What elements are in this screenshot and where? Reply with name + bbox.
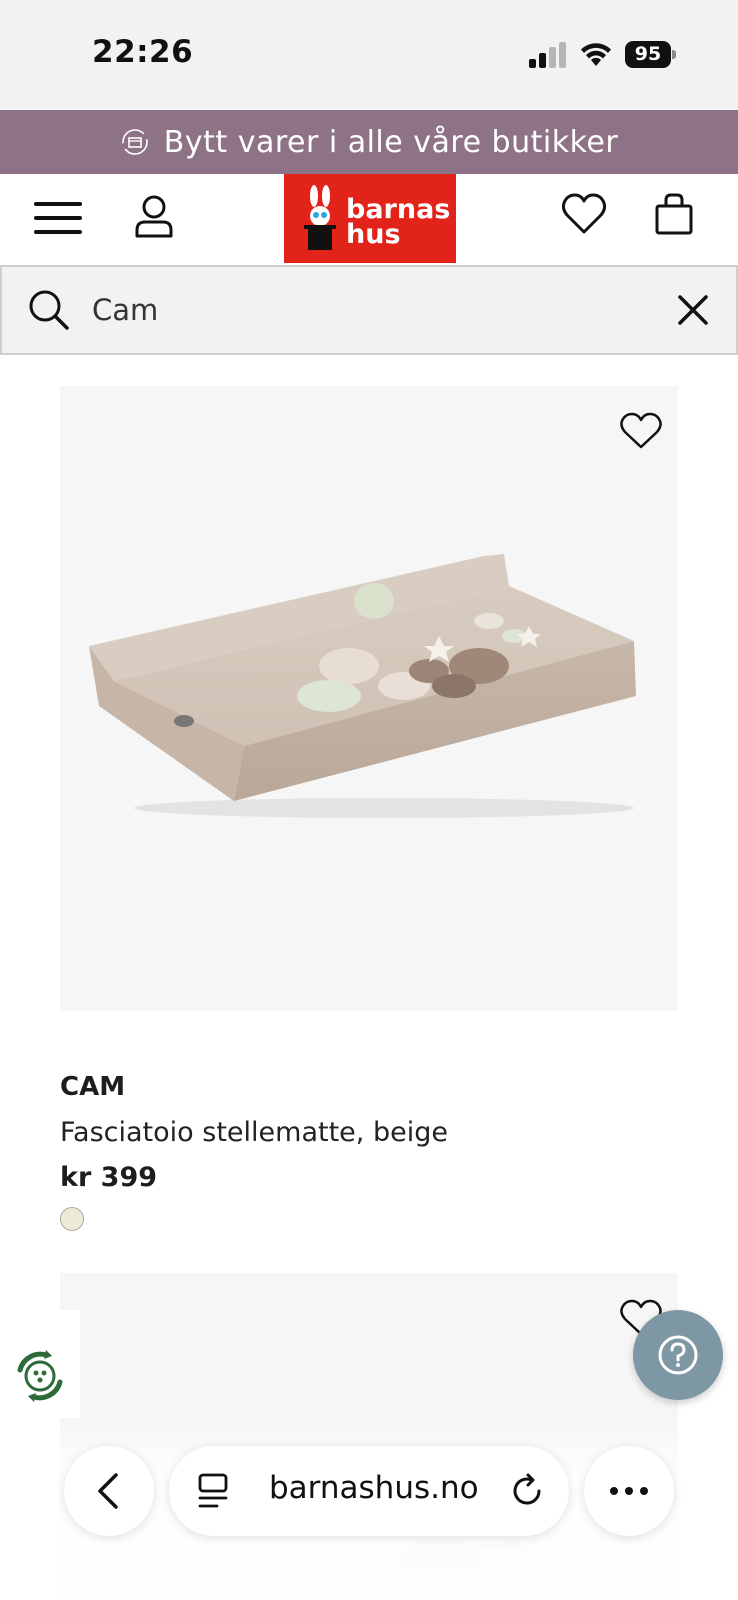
search-input[interactable] <box>92 287 652 333</box>
close-icon[interactable] <box>676 293 710 327</box>
product-image[interactable] <box>60 386 678 1011</box>
url-text: barnashus.no <box>269 1470 479 1506</box>
reload-icon[interactable] <box>509 1473 545 1509</box>
recycle-badge-icon <box>17 1350 63 1402</box>
battery-tip <box>672 50 676 59</box>
product-brand: CAM <box>60 1072 126 1102</box>
heart-icon[interactable] <box>561 192 607 236</box>
more-options-button[interactable] <box>584 1446 674 1536</box>
hamburger-menu-icon[interactable] <box>34 198 82 238</box>
user-icon[interactable] <box>134 194 174 238</box>
product-price: kr 399 <box>60 1162 158 1193</box>
cellular-signal-icon <box>529 42 566 68</box>
question-mark-icon <box>658 1335 698 1375</box>
browser-toolbar: barnashus.no <box>0 1420 738 1600</box>
eco-badge[interactable] <box>0 1310 80 1418</box>
shopping-bag-icon[interactable] <box>652 192 696 236</box>
site-header: barnas hus <box>0 174 738 264</box>
product-name[interactable]: Fasciatoio stellematte, beige <box>60 1117 448 1148</box>
wifi-icon <box>581 43 611 66</box>
changing-mat-image <box>89 554 636 818</box>
back-button[interactable] <box>64 1446 154 1536</box>
help-button[interactable] <box>633 1310 723 1400</box>
search-icon[interactable] <box>28 289 70 331</box>
color-swatch[interactable] <box>60 1207 84 1231</box>
battery-level: 95 <box>625 41 671 68</box>
logo-text-line2: hus <box>346 219 401 250</box>
reader-mode-icon[interactable] <box>197 1472 229 1510</box>
address-bar[interactable]: barnashus.no <box>169 1446 569 1536</box>
bunny-logo-icon <box>304 185 336 250</box>
favorite-heart-icon[interactable] <box>620 412 662 450</box>
search-bar <box>0 265 738 355</box>
promo-text: Bytt varer i alle våre butikker <box>163 124 619 160</box>
more-dots-icon <box>610 1487 648 1495</box>
barnashus-logo[interactable]: barnas hus <box>284 174 456 263</box>
promo-banner[interactable]: Bytt varer i alle våre butikker <box>0 110 738 174</box>
chevron-left-icon <box>98 1473 118 1509</box>
battery-indicator: 95 <box>625 41 676 68</box>
status-time: 22:26 <box>92 34 194 70</box>
exchange-box-icon <box>121 129 148 155</box>
status-bar: 22:26 95 <box>0 0 738 110</box>
